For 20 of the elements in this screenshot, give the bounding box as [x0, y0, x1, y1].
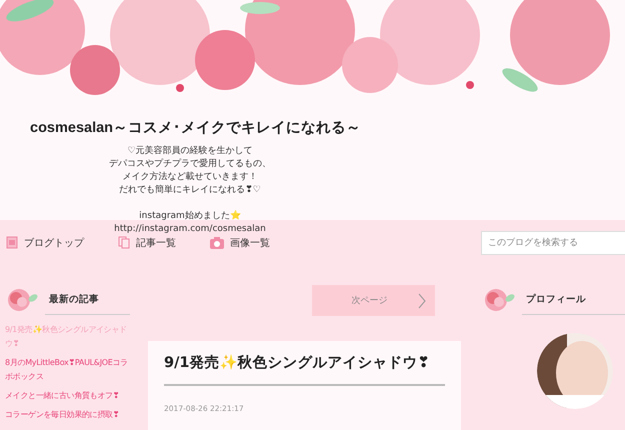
widget-title: プロフィール [522, 293, 625, 315]
description-line: instagram始めました⭐ [138, 210, 242, 223]
copy-icon [118, 236, 130, 249]
blog-title[interactable]: cosmesalan～コスメ･メイクでキレイになれる～ [30, 118, 625, 137]
description-line: メイク方法など載せていきます！ [122, 171, 258, 184]
page-icon [6, 236, 18, 249]
camera-icon [210, 236, 224, 248]
nav-link[interactable]: ブログトップ [6, 236, 84, 250]
description-line: だれでも簡単にキレイになれる❣♡ [118, 184, 262, 197]
flower-icon [5, 287, 39, 313]
description-line: デパコスやプチプラで愛用してるもの、 [108, 158, 272, 171]
search-field[interactable]: このブログを検索する [481, 230, 625, 254]
chevron-right-icon [418, 292, 426, 308]
flower-icon [482, 287, 516, 313]
description-line: ♡元美容部員の経験を生かして [126, 145, 254, 158]
nav-link[interactable]: 画像一覧 [210, 236, 270, 250]
nav-link[interactable]: 記事一覧 [118, 236, 176, 250]
widget-title: 最新の記事 [45, 293, 130, 315]
description-line: http://instagram.com/cosmesalan [113, 223, 267, 236]
article-title[interactable]: 9/1発売✨秋色シングルアイシャドウ❣ [164, 353, 445, 372]
